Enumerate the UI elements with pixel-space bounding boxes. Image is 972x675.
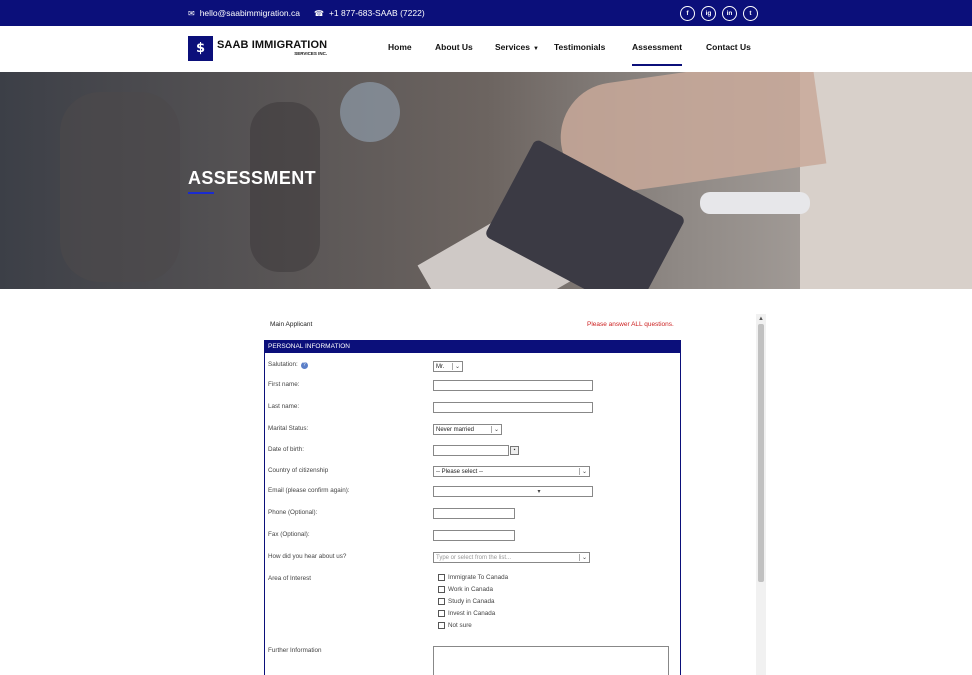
- further-info-label: Further Information: [268, 647, 322, 654]
- hear-about-combobox[interactable]: Type or select from the list... ⌄: [433, 552, 590, 563]
- citizenship-select[interactable]: -- Please select -- ⌄: [433, 466, 590, 477]
- help-icon[interactable]: ?: [300, 362, 308, 369]
- hero-bg-shape: [340, 82, 400, 142]
- instagram-icon[interactable]: ig: [701, 6, 716, 21]
- email-contact[interactable]: ✉ hello@saabimmigration.ca: [188, 8, 300, 18]
- phone-contact[interactable]: ☎ +1 877-683-SAAB (7222): [314, 8, 425, 18]
- nav-services-label: Services: [495, 42, 530, 52]
- email-label: Email (please confirm again):: [268, 487, 350, 494]
- citizenship-label: Country of citizenship: [268, 467, 329, 474]
- hear-about-label: How did you hear about us?: [268, 553, 347, 560]
- envelope-icon: ✉: [188, 8, 195, 18]
- title-underline: [188, 192, 214, 194]
- page-title: ASSESSMENT: [188, 168, 317, 188]
- twitter-icon[interactable]: t: [743, 6, 758, 21]
- hero-bg-shape: [800, 72, 972, 289]
- salutation-label-text: Salutation:: [268, 361, 298, 368]
- facebook-icon[interactable]: f: [680, 6, 695, 21]
- answer-all-notice: Please answer ALL questions.: [587, 321, 674, 328]
- dob-label: Date of birth:: [268, 446, 305, 453]
- personal-info-panel: PERSONAL INFORMATION Salutation:? Mr. ⌄ F…: [264, 340, 681, 675]
- interest-option-label: Not sure: [448, 622, 472, 629]
- social-links: f ig in t: [680, 6, 758, 21]
- phone-icon: ☎: [314, 8, 324, 18]
- interest-option-label: Work in Canada: [448, 586, 494, 593]
- first-name-field[interactable]: [433, 380, 593, 391]
- checkbox[interactable]: [438, 586, 445, 593]
- marital-status-label: Marital Status:: [268, 425, 309, 432]
- scroll-thumb[interactable]: [758, 324, 764, 582]
- phone-field[interactable]: [433, 508, 515, 519]
- interest-option-label: Study in Canada: [448, 598, 495, 605]
- interest-option-label: Immigrate To Canada: [448, 574, 509, 581]
- dob-field[interactable]: [433, 445, 509, 456]
- main-navbar: $ SAAB IMMIGRATION SERVICES INC. Home Ab…: [0, 26, 972, 72]
- chevron-down-icon: ⌄: [451, 363, 460, 370]
- chevron-down-icon: ⌄: [490, 426, 499, 433]
- linkedin-icon[interactable]: in: [722, 6, 737, 21]
- salutation-label: Salutation:?: [268, 361, 308, 369]
- interest-option[interactable]: Immigrate To Canada: [438, 574, 508, 581]
- top-bar: ✉ hello@saabimmigration.ca ☎ +1 877-683-…: [0, 0, 972, 26]
- last-name-label: Last name:: [268, 403, 300, 410]
- area-of-interest-label: Area of Interest: [268, 575, 312, 582]
- email-field[interactable]: ▾: [433, 486, 593, 497]
- last-name-field[interactable]: [433, 402, 593, 413]
- salutation-value: Mr.: [436, 363, 445, 370]
- interest-option[interactable]: Invest in Canada: [438, 610, 495, 617]
- fax-label: Fax (Optional):: [268, 531, 310, 538]
- checkbox[interactable]: [438, 610, 445, 617]
- phone-text[interactable]: +1 877-683-SAAB (7222): [329, 8, 425, 18]
- nav-menu: Home About Us Services ▼ Testimonials Ass…: [0, 42, 972, 72]
- caret-down-icon: ▼: [532, 46, 539, 52]
- email-text[interactable]: hello@saabimmigration.ca: [200, 8, 300, 18]
- assessment-form-frame: Main Applicant Please answer ALL questio…: [263, 314, 767, 675]
- main-applicant-label: Main Applicant: [270, 321, 313, 328]
- nav-testimonials[interactable]: Testimonials: [554, 42, 605, 52]
- checkbox[interactable]: [438, 622, 445, 629]
- first-name-label: First name:: [268, 381, 300, 388]
- nav-about[interactable]: About Us: [435, 42, 473, 52]
- hero-bg-shape: [60, 92, 180, 282]
- frame-scrollbar[interactable]: ▲: [756, 314, 766, 675]
- chevron-down-icon: ⌄: [578, 468, 587, 475]
- nav-contact[interactable]: Contact Us: [706, 42, 751, 52]
- salutation-select[interactable]: Mr. ⌄: [433, 361, 463, 372]
- hero-banner: ASSESSMENT: [0, 72, 972, 289]
- checkbox[interactable]: [438, 598, 445, 605]
- scroll-up-arrow-icon[interactable]: ▲: [756, 316, 766, 324]
- nav-assessment[interactable]: Assessment: [632, 42, 683, 66]
- checkbox[interactable]: [438, 574, 445, 581]
- hero-bg-shape: [700, 192, 810, 214]
- fax-field[interactable]: [433, 530, 515, 541]
- hear-about-placeholder: Type or select from the list...: [436, 554, 512, 561]
- calendar-icon[interactable]: ▪: [510, 446, 519, 455]
- section-header: PERSONAL INFORMATION: [265, 341, 680, 353]
- interest-option-label: Invest in Canada: [448, 610, 496, 617]
- marital-status-select[interactable]: Never married ⌄: [433, 424, 502, 435]
- interest-option[interactable]: Work in Canada: [438, 586, 493, 593]
- interest-option[interactable]: Not sure: [438, 622, 472, 629]
- caret-down-icon: ▾: [537, 489, 541, 495]
- marital-status-value: Never married: [436, 426, 475, 433]
- contact-info: ✉ hello@saabimmigration.ca ☎ +1 877-683-…: [188, 8, 425, 18]
- nav-home[interactable]: Home: [388, 42, 412, 52]
- further-info-textarea[interactable]: [433, 646, 669, 675]
- nav-services[interactable]: Services ▼: [495, 42, 539, 52]
- interest-option[interactable]: Study in Canada: [438, 598, 495, 605]
- phone-label: Phone (Optional):: [268, 509, 318, 516]
- citizenship-value: -- Please select --: [436, 468, 484, 475]
- chevron-down-icon: ⌄: [578, 554, 587, 561]
